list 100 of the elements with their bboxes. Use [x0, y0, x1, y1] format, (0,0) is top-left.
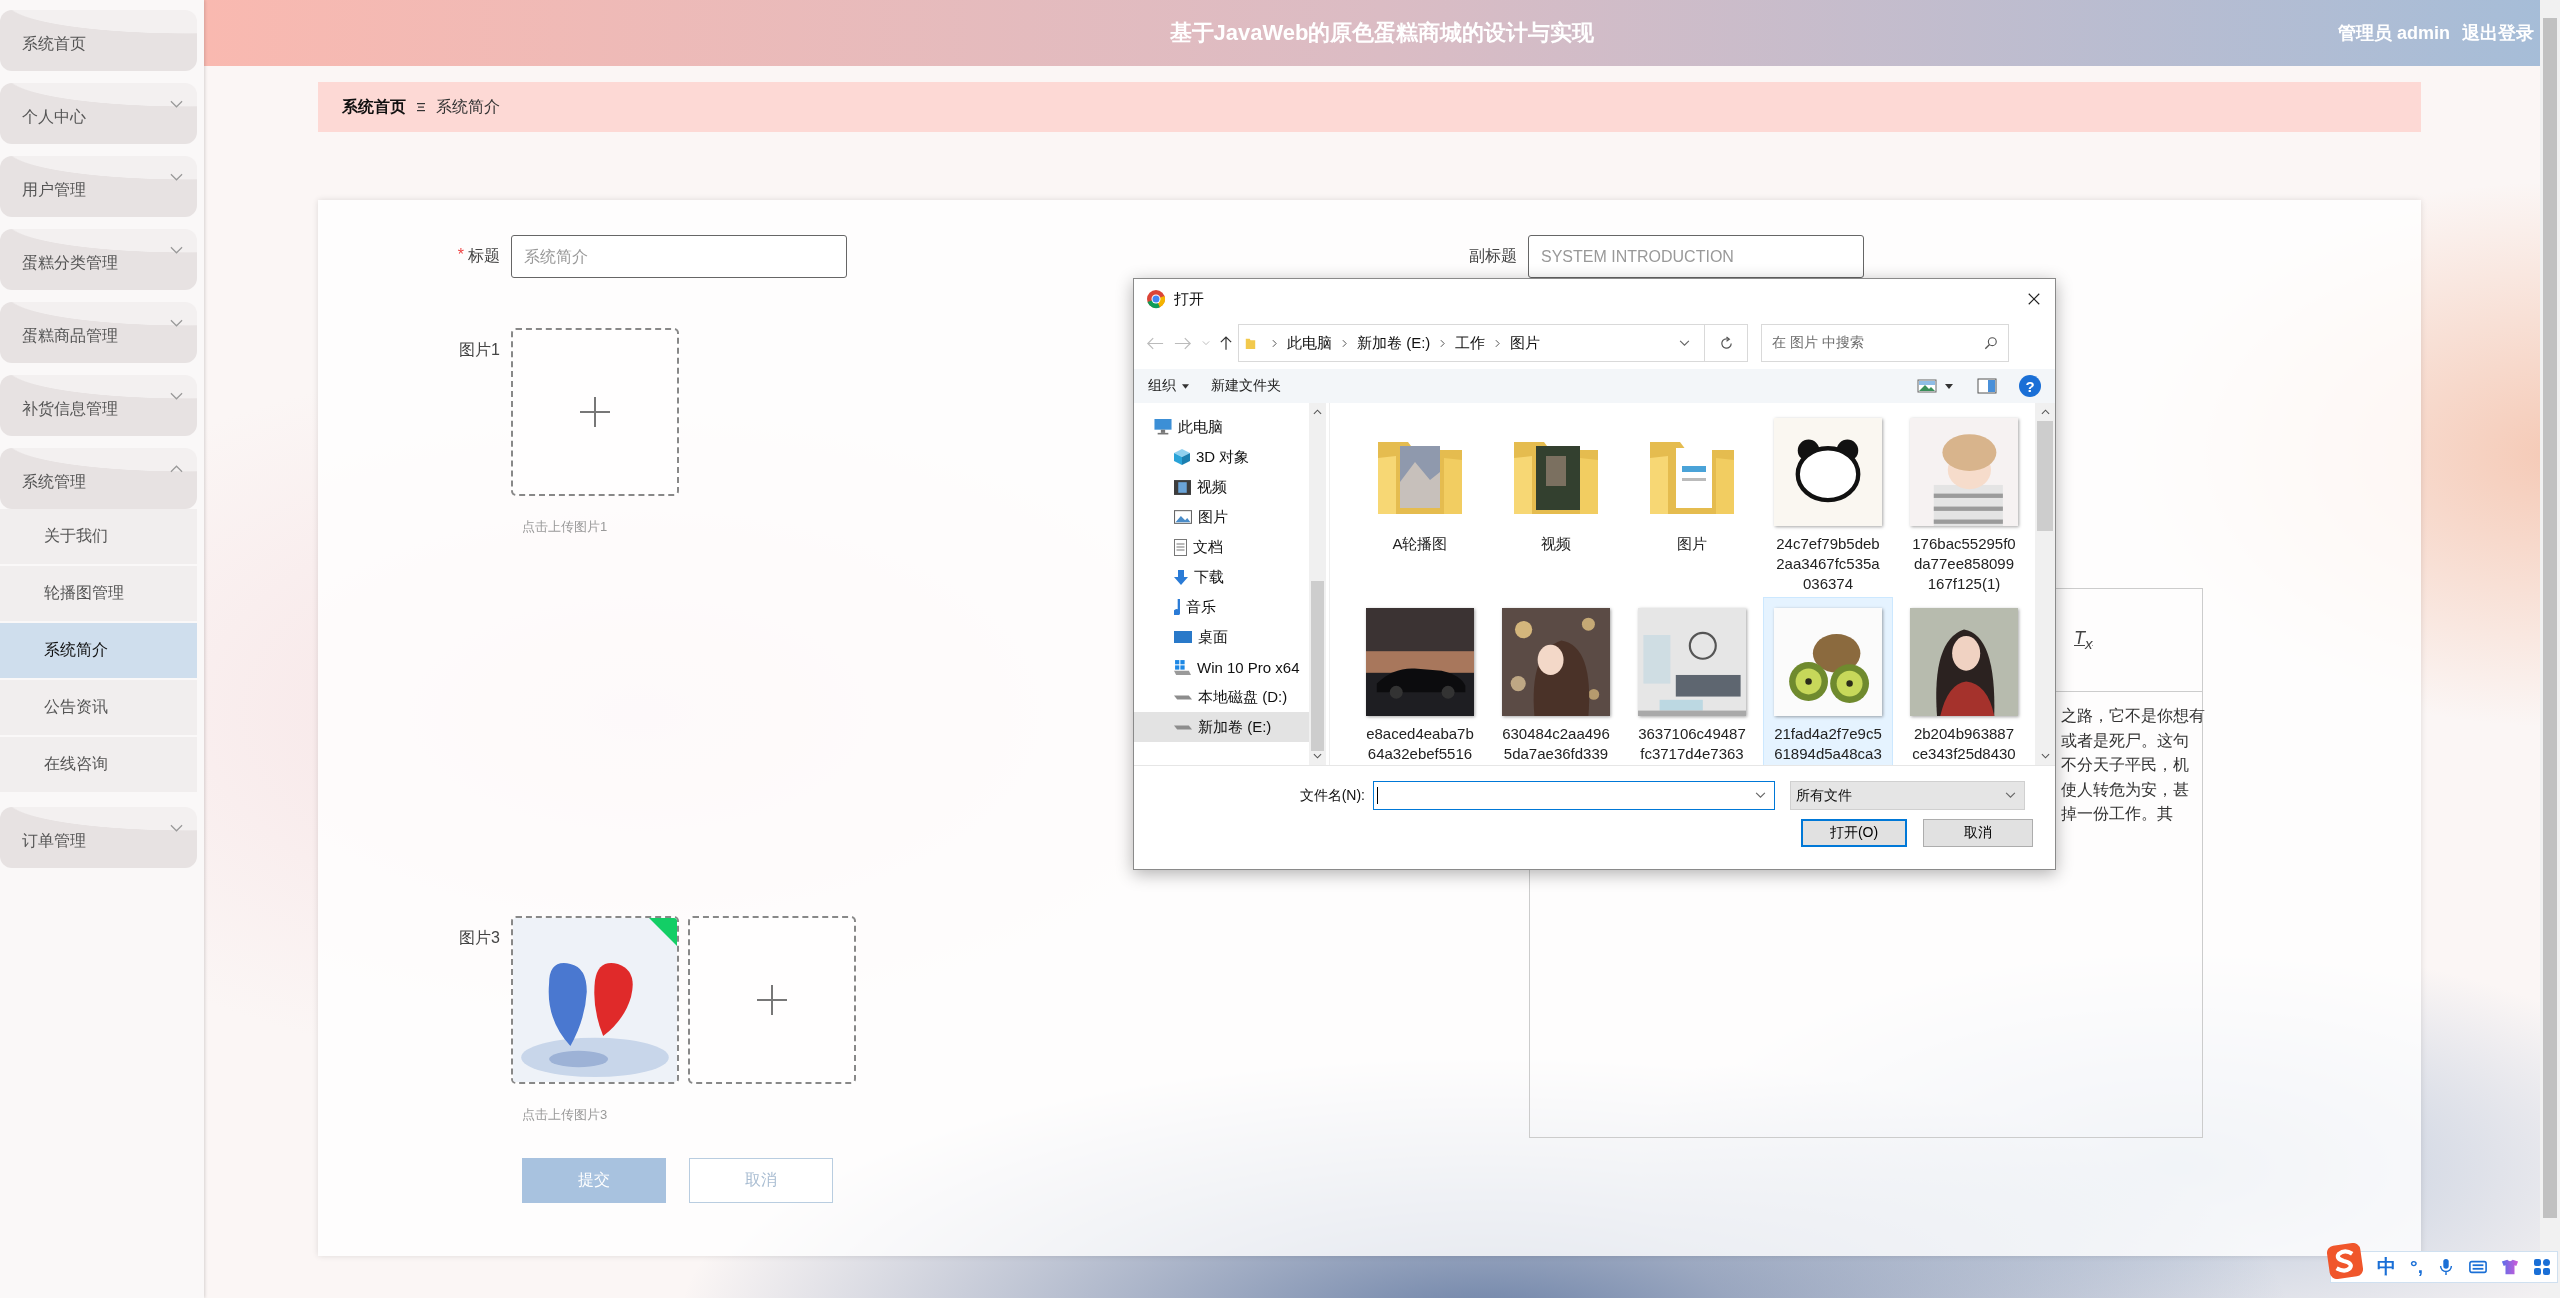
nav-item[interactable]: Win 10 Pro x64	[1134, 652, 1309, 682]
chevron-right-icon	[1495, 338, 1501, 348]
nav-item[interactable]: 视频	[1134, 472, 1309, 502]
subtitle-input[interactable]: SYSTEM INTRODUCTION	[1528, 235, 1864, 278]
nav-item[interactable]: 音乐	[1134, 592, 1309, 622]
path-segment[interactable]: 工作	[1455, 333, 1486, 353]
sidebar-item[interactable]: 系统首页	[0, 10, 197, 71]
sidebar-item[interactable]: 订单管理	[0, 807, 197, 868]
sidebar-item[interactable]: 蛋糕分类管理	[0, 229, 197, 290]
cancel-button[interactable]: 取消	[1923, 819, 2033, 847]
path-segment[interactable]: 新加卷 (E:)	[1357, 333, 1431, 353]
caret-icon[interactable]	[1945, 383, 1953, 389]
file-item[interactable]: 图片	[1627, 407, 1757, 597]
keyboard-icon[interactable]	[2469, 1258, 2487, 1276]
path-segment[interactable]: 图片	[1510, 333, 1541, 353]
scroll-thumb[interactable]	[2037, 421, 2053, 531]
shirt-icon[interactable]	[2501, 1258, 2519, 1276]
editor-text-line: 或者是死尸。这句	[2061, 730, 2190, 751]
breadcrumb-link[interactable]: 系统首页	[342, 96, 406, 118]
scroll-up-icon[interactable]	[2040, 409, 2050, 415]
dialog-title: 打开	[1174, 289, 1204, 309]
pc-icon	[1154, 419, 1172, 435]
sidebar-item[interactable]: 用户管理	[0, 156, 197, 217]
file-item[interactable]: 630484c2aa496 5da7ae36fd339	[1491, 597, 1621, 765]
help-button[interactable]: ?	[2019, 375, 2041, 397]
scroll-down-icon[interactable]	[1313, 753, 1322, 759]
refresh-icon[interactable]	[1718, 335, 1734, 351]
file-item[interactable]: 3637106c49487 fc3717d4e7363	[1627, 597, 1757, 765]
file-item[interactable]: e8aced4eaba7b 64a32ebef5516	[1355, 597, 1485, 765]
nav-item[interactable]: 图片	[1134, 502, 1309, 532]
sidebar-item[interactable]: 个人中心	[0, 83, 197, 144]
ime-mode[interactable]: 中	[2377, 1254, 2397, 1280]
close-icon[interactable]	[2027, 292, 2041, 306]
chevron-down-icon	[2005, 792, 2016, 799]
app-icon	[1146, 289, 1166, 309]
editor-text-line: 掉一份工作。其	[2061, 804, 2174, 824]
file-item[interactable]: 21fad4a2f7e9c5 61894d5a48ca3	[1763, 597, 1893, 765]
sidebar-item[interactable]: 系统管理	[0, 448, 197, 509]
ime-punctuation[interactable]: °,	[2410, 1256, 2423, 1278]
submenu-item[interactable]: 公告资讯	[0, 680, 197, 735]
nav-item[interactable]: 桌面	[1134, 622, 1309, 652]
desktop-icon	[1174, 631, 1192, 643]
plus-icon	[757, 985, 787, 1015]
clear-format-button[interactable]: T$_{x}$	[2070, 626, 2097, 654]
scrollbar[interactable]	[1309, 403, 1326, 765]
field-label: 副标题	[1469, 246, 1517, 266]
breadcrumb-separator-icon	[416, 102, 426, 112]
nav-item[interactable]: 下载	[1134, 562, 1309, 592]
open-button[interactable]: 打开(O)	[1801, 819, 1907, 847]
submenu-item[interactable]: 关于我们	[0, 509, 197, 564]
address-bar[interactable]: 此电脑 新加卷 (E:) 工作 图片	[1238, 324, 1748, 362]
file-item[interactable]: 24c7ef79b5deb 2aa3467fc535a 036374	[1763, 407, 1893, 597]
submenu-item[interactable]: 系统简介	[0, 623, 197, 678]
site-title: 基于JavaWeb的原色蛋糕商城的设计与实现	[1169, 19, 1595, 47]
caret-icon	[1182, 383, 1189, 389]
organize-menu[interactable]: 组织	[1144, 373, 1193, 399]
file-type-dropdown[interactable]: 所有文件	[1790, 781, 2025, 810]
breadcrumb-link[interactable]: 系统简介	[436, 96, 500, 118]
sidebar-item[interactable]: 蛋糕商品管理	[0, 302, 197, 363]
file-name-field[interactable]	[1373, 781, 1775, 810]
search-field[interactable]: 在 图片 中搜索	[1761, 324, 2009, 362]
upload-box[interactable]	[688, 916, 856, 1084]
ime-logo-icon[interactable]	[2327, 1243, 2364, 1279]
grid-icon[interactable]	[2533, 1258, 2551, 1276]
required-mark: *	[457, 246, 464, 265]
upload-box[interactable]	[511, 328, 679, 496]
nav-item[interactable]: 3D 对象	[1134, 442, 1309, 472]
submenu-item[interactable]: 在线咨询	[0, 737, 197, 792]
scroll-up-icon[interactable]	[1313, 409, 1322, 415]
sidebar-item[interactable]: 补货信息管理	[0, 375, 197, 436]
field-label: 图片3	[459, 928, 500, 948]
nav-item[interactable]: 此电脑	[1134, 412, 1309, 442]
file-item[interactable]: 176bac55295f0 da77ee858099 167f125(1)	[1899, 407, 2029, 597]
video-icon	[1174, 479, 1191, 495]
submenu-item[interactable]: 轮播图管理	[0, 566, 197, 621]
file-item[interactable]: A轮播图	[1355, 407, 1485, 597]
nav-item[interactable]: 新加卷 (E:)	[1134, 712, 1309, 742]
preview-pane-icon[interactable]	[1977, 378, 1997, 394]
scroll-thumb[interactable]	[1311, 581, 1324, 751]
scrollbar[interactable]	[2035, 403, 2055, 765]
up-arrow-icon[interactable]	[1220, 335, 1232, 351]
file-item[interactable]: 2b204b963887 ce343f25d8430	[1899, 597, 2029, 765]
upload-hint: 点击上传图片3	[522, 1106, 609, 1124]
path-segment[interactable]: 此电脑	[1287, 333, 1332, 353]
scroll-thumb[interactable]	[2543, 18, 2557, 1218]
upload-hint: 点击上传图片1	[522, 518, 609, 536]
scrollbar[interactable]	[2540, 0, 2560, 1298]
drive-icon	[1174, 724, 1192, 730]
file-item[interactable]: 视频	[1491, 407, 1621, 597]
plus-icon	[580, 397, 610, 427]
field-label: 图片1	[459, 340, 500, 360]
scroll-down-icon[interactable]	[2040, 753, 2050, 759]
title-input[interactable]: 系统简介	[511, 235, 847, 278]
file-name-label: 文件名(N):	[1298, 786, 1366, 805]
nav-item[interactable]: 文档	[1134, 532, 1309, 562]
new-folder-button[interactable]: 新建文件夹	[1207, 373, 1285, 399]
microphone-icon[interactable]	[2437, 1258, 2455, 1276]
user-name: 管理员 admin	[2338, 22, 2450, 45]
view-icon[interactable]	[1917, 378, 1937, 394]
nav-item[interactable]: 本地磁盘 (D:)	[1134, 682, 1309, 712]
